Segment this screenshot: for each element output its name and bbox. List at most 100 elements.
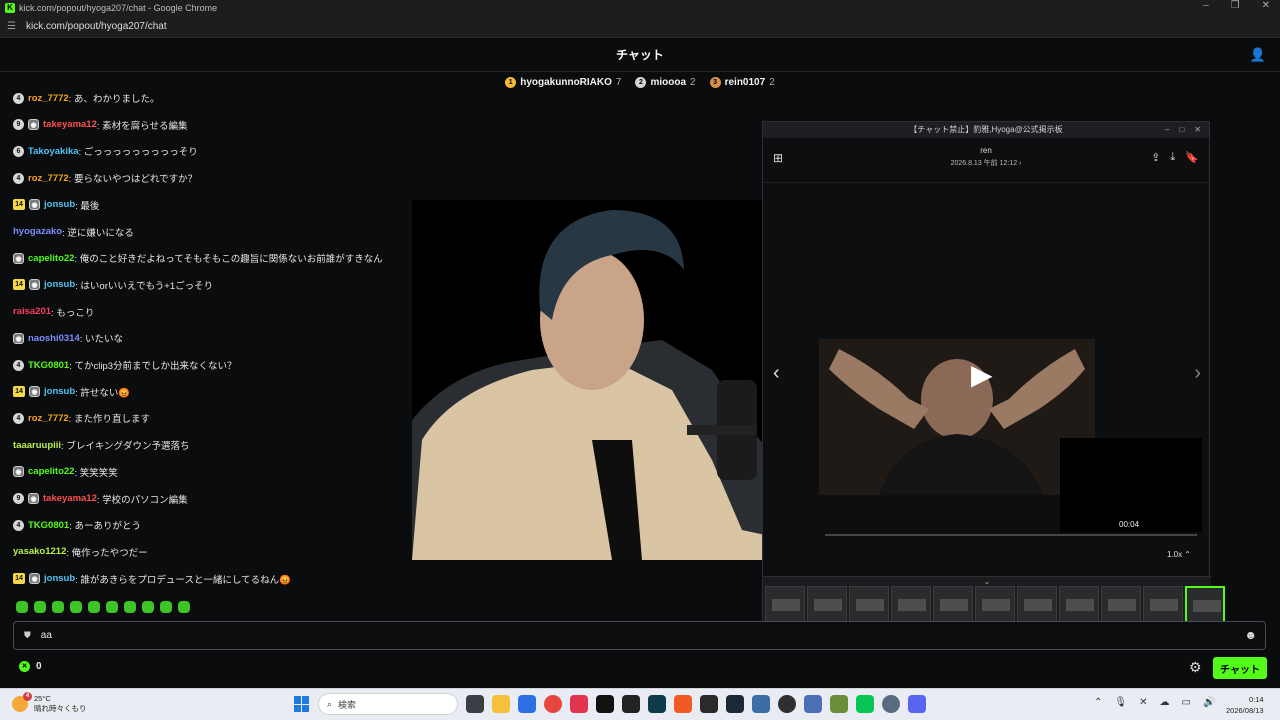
app-icon[interactable] (648, 695, 666, 713)
play-icon[interactable]: ▶ (971, 358, 993, 391)
cloud-icon[interactable]: ☁ (1159, 697, 1169, 708)
chat-username[interactable]: naoshi0314 (28, 333, 80, 344)
windows-start-icon[interactable] (294, 696, 310, 712)
chat-username[interactable]: roz_7772 (28, 93, 69, 104)
steam-icon[interactable] (726, 695, 744, 713)
chat-username[interactable]: yasako1212 (13, 546, 66, 557)
app-icon[interactable] (570, 695, 588, 713)
thumbnail[interactable] (1059, 586, 1099, 624)
emote-icon[interactable] (142, 601, 154, 613)
chat-username[interactable]: takeyama12 (43, 119, 97, 130)
close-icon[interactable]: ✕ (1262, 0, 1270, 11)
app-icon[interactable] (752, 695, 770, 713)
line-icon[interactable] (856, 695, 874, 713)
minecraft-icon[interactable] (830, 695, 848, 713)
chat-username[interactable]: roz_7772 (28, 413, 69, 424)
chat-username[interactable]: taaaruupiii (13, 440, 61, 451)
maximize-icon[interactable]: □ (1179, 122, 1184, 138)
chat-username[interactable]: capelito22 (28, 253, 74, 264)
bookmark-icon[interactable]: 🔖 (1185, 151, 1199, 164)
address-bar[interactable]: ☰ kick.com/popout/hyoga207/chat (0, 16, 1280, 38)
minimize-icon[interactable]: – (1165, 122, 1169, 138)
chat-input-value[interactable]: aa (41, 630, 52, 641)
taskbar-search[interactable]: ⌕ 検索 (318, 693, 458, 715)
chat-username[interactable]: roz_7772 (28, 173, 69, 184)
video-progress-bar[interactable] (825, 534, 1197, 536)
emote-icon[interactable] (160, 601, 172, 613)
thumbnail[interactable] (975, 586, 1015, 624)
emoji-icon[interactable]: ☻ (1244, 628, 1257, 642)
tiktok-icon[interactable] (596, 695, 614, 713)
app-icon[interactable] (700, 695, 718, 713)
close-icon[interactable]: ✕ (1139, 697, 1147, 708)
chat-message-list[interactable]: 4 roz_7772: あ、わかりました。 9 ◉ takeyama12: 素材を腐らせ… (0, 90, 440, 590)
chevron-down-icon[interactable]: ⌄ (763, 577, 1211, 586)
thumbnail-selected[interactable] (1185, 586, 1225, 624)
video-preview[interactable] (819, 339, 1095, 495)
post-date[interactable]: 2026.8.13 午前 12:12 › (763, 158, 1209, 168)
chevron-left-icon[interactable]: ‹ (773, 362, 780, 385)
chat-username[interactable]: capelito22 (28, 466, 74, 477)
chevron-up-icon[interactable]: ⌃ (1094, 697, 1102, 708)
system-tray[interactable]: ⌃ 🎙 ✕ ☁ ▭ 🔊 (1094, 697, 1215, 708)
volume-icon[interactable]: 🔊 (1203, 697, 1215, 708)
thumbnail[interactable] (849, 586, 889, 624)
task-view-icon[interactable] (466, 695, 484, 713)
app-icon[interactable] (518, 695, 536, 713)
site-settings-icon[interactable]: ☰ (7, 21, 21, 32)
leaderboard-item[interactable]: 2 mioooa 2 (635, 76, 696, 88)
chat-username[interactable]: jonsub (44, 573, 75, 584)
emote-icon[interactable] (124, 601, 136, 613)
thumbnail[interactable] (1017, 586, 1057, 624)
thumbnail[interactable] (1101, 586, 1141, 624)
thumbnail[interactable] (1143, 586, 1183, 624)
emote-icon[interactable] (106, 601, 118, 613)
chat-username[interactable]: jonsub (44, 279, 75, 290)
app-icon[interactable] (622, 695, 640, 713)
discord-icon[interactable] (908, 695, 926, 713)
leaderboard-item[interactable]: 3 rein0107 2 (709, 76, 775, 88)
close-icon[interactable]: ✕ (1194, 122, 1201, 138)
chat-username[interactable]: jonsub (44, 386, 75, 397)
thumbnail[interactable] (807, 586, 847, 624)
thumbnail[interactable] (765, 586, 805, 624)
thumbnail[interactable] (933, 586, 973, 624)
send-chat-button[interactable]: チャット (1213, 657, 1267, 679)
download-icon[interactable]: ⤓ (1170, 151, 1175, 164)
emote-icon[interactable] (70, 601, 82, 613)
chat-username[interactable]: takeyama12 (43, 493, 97, 504)
mic-icon[interactable]: 🎙 (1114, 697, 1127, 708)
emote-icon[interactable] (88, 601, 100, 613)
emote-icon[interactable] (178, 601, 190, 613)
playback-speed[interactable]: 1.0x ⌃ (1167, 550, 1191, 559)
chrome-icon[interactable] (544, 695, 562, 713)
chevron-right-icon[interactable]: › (1194, 362, 1201, 385)
restore-icon[interactable]: ❐ (1231, 0, 1240, 11)
chat-username[interactable]: TKG0801 (28, 520, 69, 531)
chat-input[interactable]: ⛊ aa ☻ (13, 621, 1266, 650)
minimize-icon[interactable]: – (1203, 0, 1209, 11)
thumbnail[interactable] (891, 586, 931, 624)
file-explorer-icon[interactable] (492, 695, 510, 713)
url-text[interactable]: kick.com/popout/hyoga207/chat (26, 21, 167, 32)
network-icon[interactable]: ▭ (1181, 697, 1190, 708)
user-settings-icon[interactable]: 👤 (1250, 47, 1266, 63)
gear-icon[interactable]: ⚙ (1189, 659, 1202, 676)
chat-username[interactable]: Takoyakika (28, 146, 79, 157)
emote-icon[interactable] (34, 601, 46, 613)
leaderboard-item[interactable]: 1 hyogakunnoRIAKO 7 (505, 76, 621, 88)
channel-points[interactable]: ✕ 0 (19, 661, 42, 672)
app-icon[interactable] (804, 695, 822, 713)
taskbar-clock[interactable]: 0:14 2026/08/13 (1226, 694, 1264, 716)
emote-icon[interactable] (52, 601, 64, 613)
obs-icon[interactable] (778, 695, 796, 713)
chat-username[interactable]: TKG0801 (28, 360, 69, 371)
chat-username[interactable]: jonsub (44, 199, 75, 210)
chat-username[interactable]: raisa201 (13, 306, 51, 317)
media-viewer-popup[interactable]: 【チャット禁止】豹雅,Hyoga@公式掲示板 – □ ✕ ⊞ ren 2026.… (762, 121, 1225, 629)
share-icon[interactable]: ⇪ (1151, 151, 1160, 164)
settings-icon[interactable] (882, 695, 900, 713)
chat-username[interactable]: hyogazako (13, 226, 62, 237)
emote-icon[interactable] (16, 601, 28, 613)
brave-icon[interactable] (674, 695, 692, 713)
